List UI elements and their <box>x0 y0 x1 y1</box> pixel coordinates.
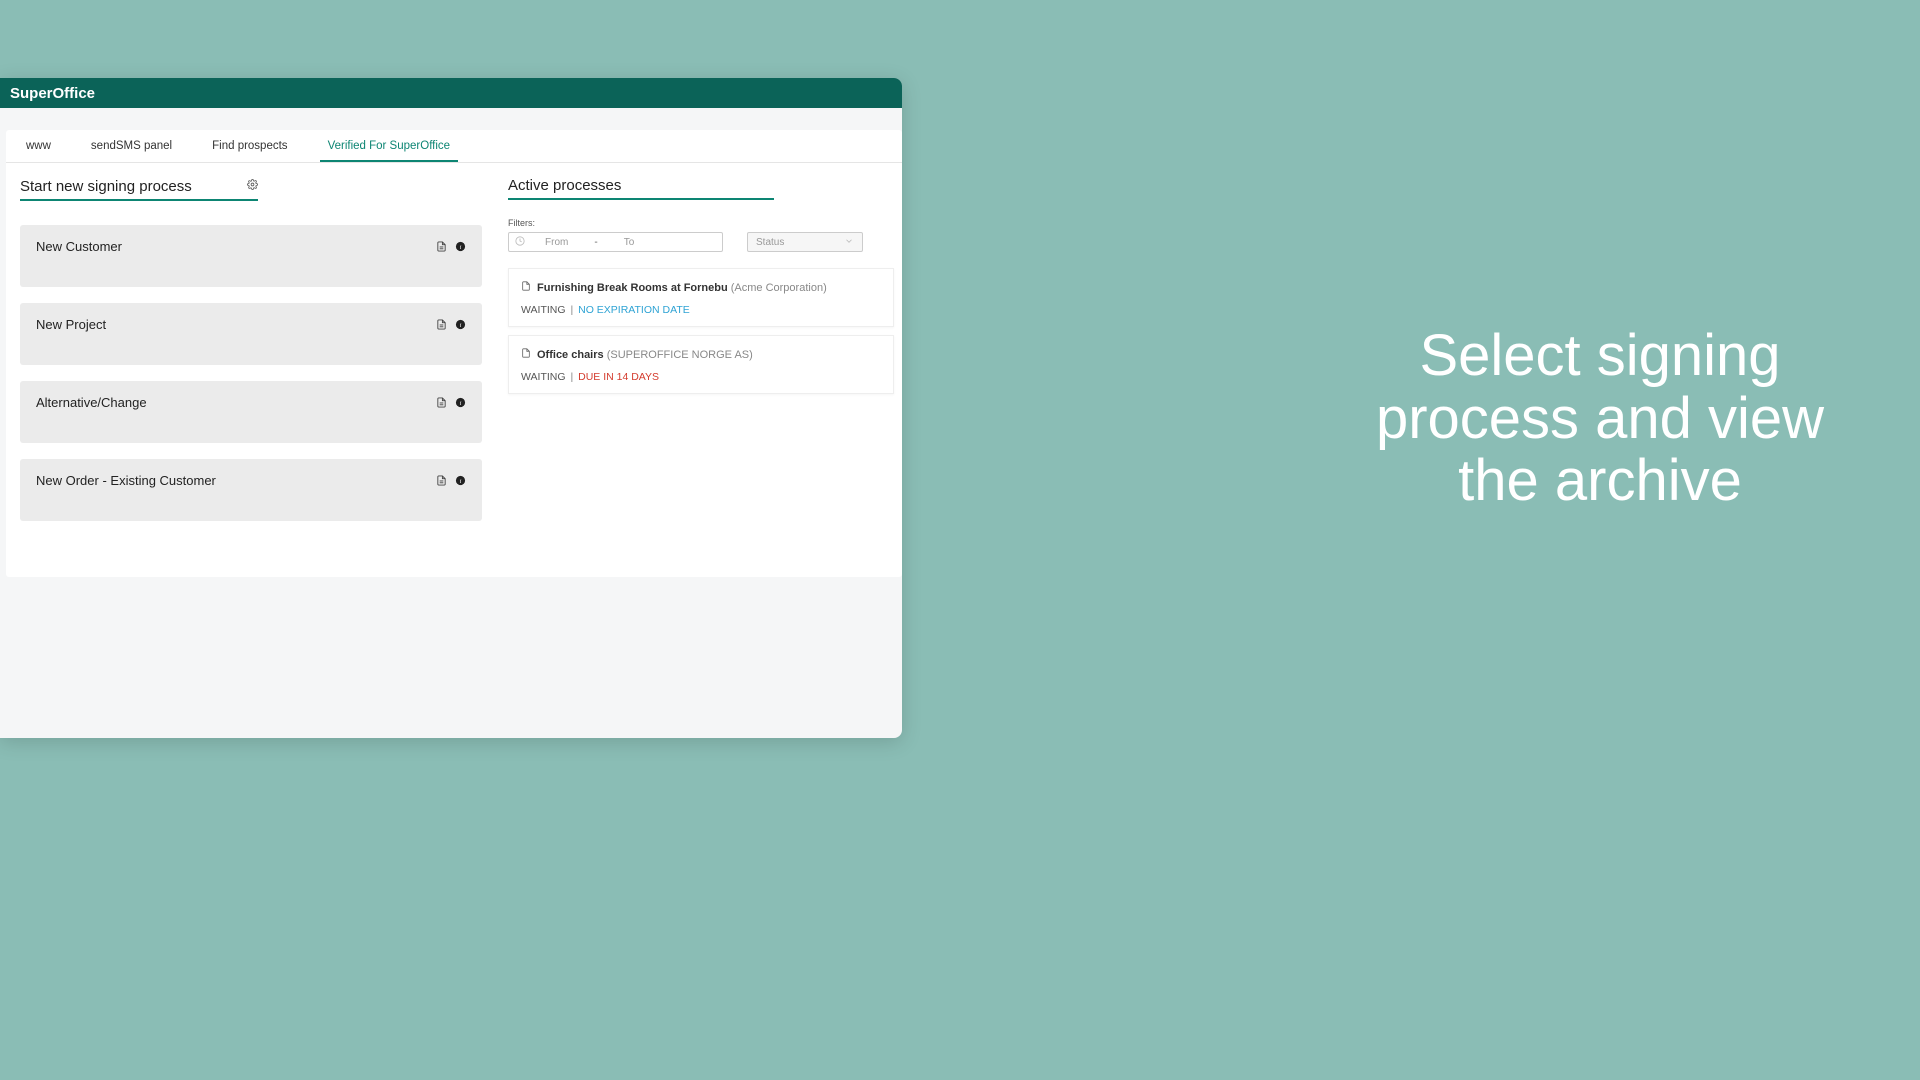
status-value: WAITING <box>521 371 566 383</box>
svg-text:i: i <box>460 400 462 407</box>
title-bar: SuperOffice <box>0 78 902 108</box>
info-icon[interactable]: i <box>455 473 466 491</box>
app-window: SuperOffice www sendSMS panel Find prosp… <box>0 78 902 738</box>
process-new-customer[interactable]: New Customer i <box>20 225 482 287</box>
date-from-placeholder: From <box>545 237 568 248</box>
active-process-card[interactable]: Office chairs (SUPEROFFICE NORGE AS) WAI… <box>508 335 894 394</box>
active-process-status: WAITING | NO EXPIRATION DATE <box>521 304 881 316</box>
date-range-filter[interactable]: From - To <box>508 232 723 252</box>
document-icon[interactable] <box>436 239 447 257</box>
info-icon[interactable]: i <box>455 317 466 335</box>
start-signing-title: Start new signing process <box>20 178 192 195</box>
info-icon[interactable]: i <box>455 239 466 257</box>
filters-row: Filters: From - To Status <box>508 218 894 252</box>
process-new-order-existing[interactable]: New Order - Existing Customer i <box>20 459 482 521</box>
card-actions: i <box>436 395 466 413</box>
active-process-card[interactable]: Furnishing Break Rooms at Fornebu (Acme … <box>508 268 894 327</box>
chevron-down-icon <box>844 236 854 249</box>
filters-label: Filters: <box>508 218 723 228</box>
active-processes-title: Active processes <box>508 177 621 194</box>
tab-find-prospects[interactable]: Find prospects <box>204 130 295 162</box>
process-alternative-change[interactable]: Alternative/Change i <box>20 381 482 443</box>
active-process-title: Office chairs (SUPEROFFICE NORGE AS) <box>521 348 881 361</box>
process-name: Furnishing Break Rooms at Fornebu <box>537 282 728 294</box>
start-signing-header: Start new signing process <box>20 177 258 201</box>
status-separator: | <box>570 371 573 383</box>
process-label: Alternative/Change <box>36 395 147 410</box>
brand-logo: SuperOffice <box>10 85 95 102</box>
process-label: New Customer <box>36 239 122 254</box>
status-due: DUE IN 14 DAYS <box>578 371 659 383</box>
start-signing-panel: Start new signing process New Customer i… <box>20 177 482 537</box>
tabs: www sendSMS panel Find prospects Verifie… <box>6 130 902 163</box>
svg-text:i: i <box>460 244 462 251</box>
process-org: (SUPEROFFICE NORGE AS) <box>607 349 753 361</box>
tab-www[interactable]: www <box>18 130 59 162</box>
document-icon <box>521 348 531 361</box>
process-label: New Order - Existing Customer <box>36 473 216 488</box>
status-filter[interactable]: Status <box>747 232 863 252</box>
status-placeholder: Status <box>756 237 784 248</box>
status-separator: | <box>570 304 573 316</box>
tab-verified[interactable]: Verified For SuperOffice <box>320 130 459 162</box>
active-processes-header: Active processes <box>508 177 774 200</box>
process-name: Office chairs <box>537 349 604 361</box>
content-area: www sendSMS panel Find prospects Verifie… <box>6 130 902 577</box>
active-processes-panel: Active processes Filters: From - To <box>508 177 894 537</box>
active-process-title: Furnishing Break Rooms at Fornebu (Acme … <box>521 281 881 294</box>
process-org: (Acme Corporation) <box>731 282 827 294</box>
card-actions: i <box>436 473 466 491</box>
clock-icon <box>515 236 525 249</box>
card-actions: i <box>436 239 466 257</box>
process-new-project[interactable]: New Project i <box>20 303 482 365</box>
svg-text:i: i <box>460 478 462 485</box>
date-filter-block: Filters: From - To <box>508 218 723 252</box>
document-icon[interactable] <box>436 395 447 413</box>
status-due: NO EXPIRATION DATE <box>578 304 690 316</box>
document-icon[interactable] <box>436 317 447 335</box>
date-dash: - <box>594 237 597 248</box>
panels: Start new signing process New Customer i… <box>6 163 902 577</box>
gear-icon[interactable] <box>247 177 258 195</box>
document-icon <box>521 281 531 294</box>
status-value: WAITING <box>521 304 566 316</box>
promo-text: Select signing process and view the arch… <box>1360 325 1840 513</box>
card-actions: i <box>436 317 466 335</box>
info-icon[interactable]: i <box>455 395 466 413</box>
active-process-status: WAITING | DUE IN 14 DAYS <box>521 371 881 383</box>
svg-text:i: i <box>460 322 462 329</box>
date-to-placeholder: To <box>624 237 635 248</box>
process-label: New Project <box>36 317 106 332</box>
document-icon[interactable] <box>436 473 447 491</box>
tab-sendsms[interactable]: sendSMS panel <box>83 130 180 162</box>
